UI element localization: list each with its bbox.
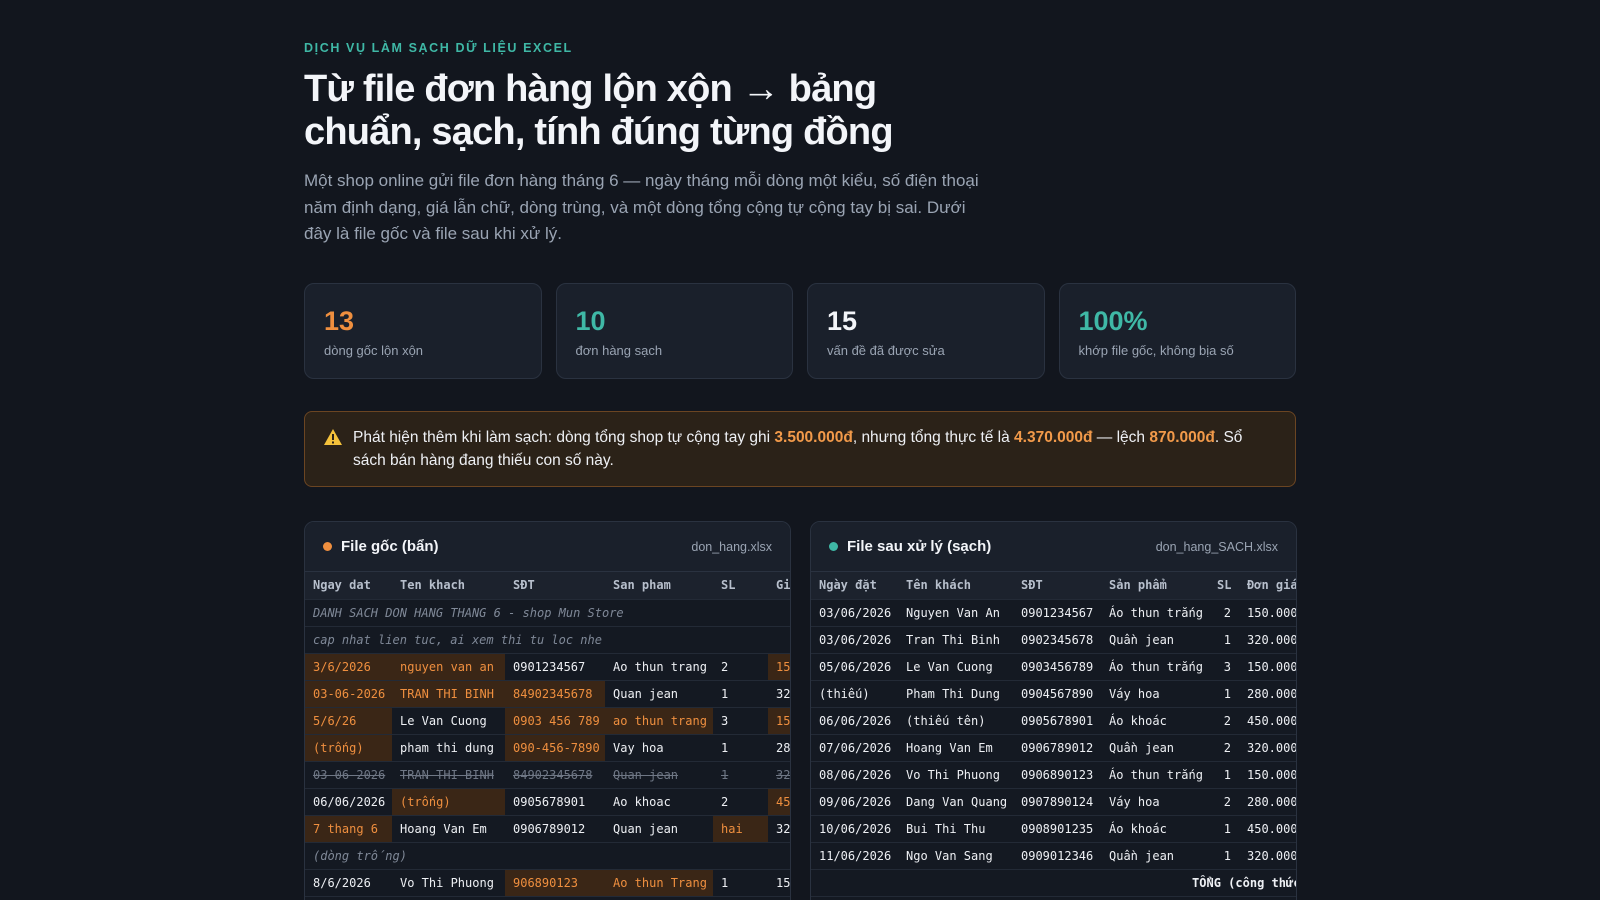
raw-file-panel: File gốc (bẩn) don_hang.xlsx Ngay dat Te… xyxy=(304,521,791,900)
duplicate-row: 03-06-2026 TRAN THI BINH 84902345678 Quan j… xyxy=(305,761,790,789)
panel-header: File sau xử lý (sạch) don_hang_SACH.xlsx xyxy=(811,522,1296,572)
column-header: SĐT xyxy=(505,572,605,600)
table-row: 08/06/2026 Vo Thi Phuong 0906890123 Áo thun… xyxy=(811,761,1296,789)
file-name: don_hang_SACH.xlsx xyxy=(1155,539,1278,554)
column-header: Ngày đặt xyxy=(811,572,898,600)
table-row: (trống) pham thi dung 090-456-7890 Vay hoa 1… xyxy=(305,734,790,762)
stat-card-raw-rows: 13 dòng gốc lộn xộn xyxy=(304,283,542,379)
stat-value: 100% xyxy=(1078,306,1148,336)
alert-text: — lệch xyxy=(1092,429,1150,446)
panel-header: File gốc (bẩn) don_hang.xlsx xyxy=(305,522,790,572)
stats-row: 13 dòng gốc lộn xộn 10 đơn hàng sạch 15 … xyxy=(304,283,1296,379)
table-row: (thiếu) Pham Thi Dung 0904567890 Váy hoa 1 28… xyxy=(811,680,1296,708)
table-row: 07/06/2026 Hoang Van Em 0906789012 Quần jea… xyxy=(811,734,1296,762)
clean-table: Ngày đặt Tên khách SĐT Sản phẩm SL Đơn g… xyxy=(811,572,1296,897)
column-header: Ngay dat xyxy=(305,572,392,600)
column-header: Gi xyxy=(768,572,790,600)
eyebrow: DỊCH VỤ LÀM SẠCH DỮ LIỆU EXCEL xyxy=(304,41,573,55)
column-header: Tên khách xyxy=(898,572,1013,600)
table-row: 11/06/2026 Ngo Van Sang 0909012346 Quần jea… xyxy=(811,842,1296,870)
table-header-row: Ngày đặt Tên khách SĐT Sản phẩm SL Đơn g… xyxy=(811,572,1296,600)
column-header: Ten khach xyxy=(392,572,505,600)
warning-icon xyxy=(324,429,342,445)
table-row: 03/06/2026 Nguyen Van An 0901234567 Áo thun… xyxy=(811,599,1296,627)
column-header: Sản phẩm xyxy=(1101,572,1209,600)
alert-text: , nhưng tổng thực tế là xyxy=(852,429,1015,446)
stat-value: 13 xyxy=(324,306,355,336)
column-header: San pham xyxy=(605,572,713,600)
page-title: Từ file đơn hàng lộn xộn → bảng chuẩn, s… xyxy=(304,68,894,153)
alert-difference: 870.000đ xyxy=(1149,429,1215,446)
table-row: 05/06/2026 Le Van Cuong 0903456789 Áo thun … xyxy=(811,653,1296,681)
table-row: 03/06/2026 Tran Thi Binh 0902345678 Quần je… xyxy=(811,626,1296,654)
stat-card-issues-fixed: 15 vấn đề đã được sửa xyxy=(807,283,1045,379)
table-row: 3/6/2026 nguyen van an 0901234567 Ao thun t… xyxy=(305,653,790,681)
table-row: 5/6/26 Le Van Cuong 0903 456 789 ao thun tr… xyxy=(305,707,790,735)
alert-actual-total: 4.370.000đ xyxy=(1014,429,1093,446)
table-row: 09/06/2026 Dang Van Quang 0907890124 Váy ho… xyxy=(811,788,1296,816)
raw-table: Ngay dat Ten khach SĐT San pham SL Gi DA… xyxy=(305,572,790,897)
empty-row: (dòng trống) xyxy=(305,842,790,870)
clean-file-panel: File sau xử lý (sạch) don_hang_SACH.xlsx… xyxy=(810,521,1297,900)
table-row: 03-06-2026 TRAN THI BINH 84902345678 Quan j… xyxy=(305,680,790,708)
column-header: SL xyxy=(713,572,768,600)
table-row: 10/06/2026 Bui Thi Thu 0908901235 Áo khoác 1… xyxy=(811,815,1296,843)
stat-label: khớp file gốc, không bịa số xyxy=(1078,343,1234,358)
stat-label: đơn hàng sạch xyxy=(575,343,663,358)
column-header: Đơn giá xyxy=(1239,572,1296,600)
status-dot xyxy=(323,542,332,551)
alert-manual-total: 3.500.000đ xyxy=(774,429,853,446)
alert-text: Phát hiện thêm khi làm sạch: dòng tổng s… xyxy=(353,429,775,446)
panel-title: File sau xử lý (sạch) xyxy=(847,538,992,555)
column-header: SL xyxy=(1209,572,1239,600)
table-header-row: Ngay dat Ten khach SĐT San pham SL Gi xyxy=(305,572,790,600)
panel-title: File gốc (bẩn) xyxy=(341,538,439,555)
note-row: cap nhat lien tuc, ai xem thi tu loc nhe xyxy=(305,626,790,654)
stat-card-match-rate: 100% khớp file gốc, không bịa số xyxy=(1058,283,1296,379)
discrepancy-alert: Phát hiện thêm khi làm sạch: dòng tổng s… xyxy=(304,411,1296,487)
table-row: 7 thang 6 Hoang Van Em 0906789012 Quan jean… xyxy=(305,815,790,843)
note-row: DANH SACH DON HANG THANG 6 - shop Mun St… xyxy=(305,599,790,627)
stat-label: vấn đề đã được sửa xyxy=(827,343,945,358)
stat-card-clean-orders: 10 đơn hàng sạch xyxy=(555,283,793,379)
table-row: 8/6/2026 Vo Thi Phuong 906890123 Ao thun Tr… xyxy=(305,869,790,897)
file-name: don_hang.xlsx xyxy=(691,539,772,554)
stat-value: 15 xyxy=(827,306,858,336)
total-row: TỔNG (công thức =SUM): xyxy=(811,868,1296,897)
stat-label: dòng gốc lộn xộn xyxy=(324,343,424,358)
clean-table-body: 03/06/2026 Nguyen Van An 0901234567 Áo thun… xyxy=(811,599,1296,897)
status-dot xyxy=(829,542,838,551)
column-header: SĐT xyxy=(1013,572,1101,600)
stat-value: 10 xyxy=(575,306,606,336)
table-row: 06/06/2026 (thiếu tên) 0905678901 Áo khoác 2… xyxy=(811,707,1296,735)
table-row: 06/06/2026 (trống) 0905678901 Ao khoac 2 45 xyxy=(305,788,790,816)
lead-text: Một shop online gửi file đơn hàng tháng … xyxy=(304,171,979,243)
